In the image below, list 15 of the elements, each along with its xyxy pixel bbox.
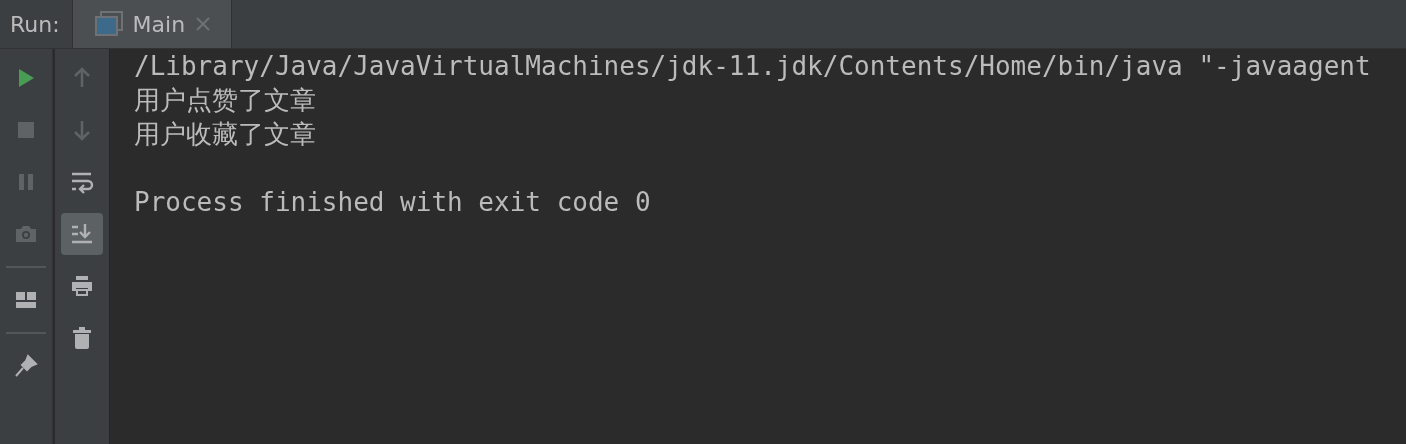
console-line: 用户收藏了文章 bbox=[134, 118, 317, 151]
tab[interactable]: Main bbox=[71, 0, 233, 48]
scroll-to-end-button[interactable] bbox=[61, 213, 103, 255]
console-icon bbox=[94, 11, 123, 37]
console-line: 用户点赞了文章 bbox=[134, 84, 317, 117]
soft-wrap-icon bbox=[70, 170, 94, 194]
close-icon[interactable] bbox=[195, 16, 212, 32]
pin-icon bbox=[14, 354, 38, 378]
console-line: Process finished with exit code 0 bbox=[134, 186, 652, 219]
trash-icon bbox=[70, 326, 94, 350]
print-icon bbox=[70, 274, 94, 298]
tab-label: Main bbox=[132, 11, 186, 37]
scroll-to-end-icon bbox=[70, 222, 94, 246]
panel-label: Run: bbox=[9, 10, 61, 39]
console-line: /Library/Java/JavaVirtualMachines/jdk-11.jdk/Contents/Home/bin/java "-javaagent bbox=[134, 50, 1371, 83]
